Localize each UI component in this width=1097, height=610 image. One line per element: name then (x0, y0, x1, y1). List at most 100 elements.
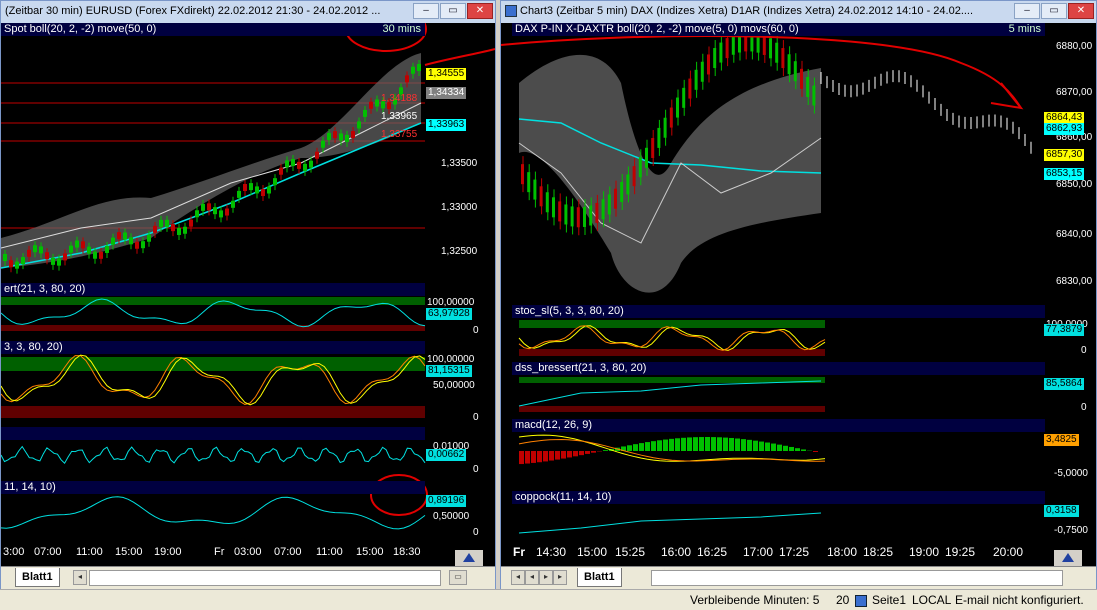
oversold-zone (519, 349, 825, 356)
sheet-tab-blatt1[interactable]: Blatt1 (577, 568, 622, 587)
candle (595, 202, 599, 223)
candle (27, 249, 31, 257)
candle (583, 206, 586, 227)
candle (411, 66, 415, 74)
candle (123, 232, 127, 240)
candle (700, 61, 704, 82)
right-chart-window[interactable]: Chart3 (Zeitbar 5 min) DAX (Indizes Xetr… (500, 0, 1097, 590)
candle (558, 201, 562, 222)
macd-bar (771, 443, 776, 451)
left-indicator-axis: 0 (473, 527, 479, 538)
right-price-tag: 6857,30 (1044, 149, 1085, 161)
macd-bar (579, 451, 584, 456)
right-time-label: 18:00 (827, 545, 858, 559)
minimize-icon[interactable]: – (413, 3, 439, 19)
left-chart-area[interactable]: Spot boll(20, 2, -2) move(50, 0) 30 mins… (1, 23, 495, 560)
macd-bar (681, 437, 686, 451)
left-price-tag: 1,34334 (426, 87, 467, 99)
macd-bar (567, 451, 572, 458)
draw-tool-icon[interactable] (1062, 553, 1074, 562)
left-indicator-axis: 0 (473, 325, 479, 336)
scroll-right-icon[interactable]: ▭ (449, 570, 467, 585)
coppock-line (518, 512, 822, 534)
right-panel-header: DAX P-IN X-DAXTR boll(20, 2, -2) move(5,… (512, 23, 1045, 36)
left-panel-header: ert(21, 3, 80, 20) (1, 283, 425, 296)
macd-bar (789, 446, 794, 451)
restore-icon[interactable]: ▭ (1041, 3, 1067, 19)
macd-bar (765, 442, 770, 451)
macd-bar (753, 440, 758, 451)
scroll-left-icon[interactable]: ◂ (73, 570, 87, 585)
minimize-icon[interactable]: – (1014, 3, 1040, 19)
candle (769, 38, 772, 59)
macd-bar (549, 451, 554, 461)
scroll-right-icon[interactable]: ▸ (539, 570, 553, 585)
macd-bar (531, 451, 536, 463)
candle (39, 246, 43, 254)
candle (219, 210, 223, 218)
close-icon[interactable]: ✕ (467, 3, 493, 19)
left-price-label: 1,33500 (441, 158, 478, 169)
right-indicator-axis: 0 (1081, 402, 1087, 413)
right-horizontal-scrollbar[interactable] (651, 570, 1063, 586)
candle (713, 48, 717, 69)
candle (3, 254, 7, 261)
right-indicator-axis: -0,7500 (1054, 525, 1088, 536)
right-time-label: 15:25 (615, 545, 646, 559)
candle (707, 54, 710, 75)
left-indicator-tag: 81,15315 (426, 365, 472, 377)
left-price-tag: 1,34555 (426, 68, 467, 80)
candle (183, 226, 187, 234)
left-time-label: 3:00 (3, 546, 25, 558)
right-price-label: 6870,00 (1056, 87, 1093, 98)
restore-icon[interactable]: ▭ (440, 3, 466, 19)
candle (309, 160, 313, 168)
candle (171, 224, 175, 232)
candle (153, 225, 157, 233)
scroll-first-icon[interactable]: ◂ (511, 570, 525, 585)
status-remaining-minutes: Verbleibende Minuten: 5 (690, 593, 820, 607)
candle (15, 261, 19, 269)
right-chart-area[interactable]: DAX P-IN X-DAXTR boll(20, 2, -2) move(5,… (501, 23, 1096, 560)
macd-bar (627, 445, 632, 451)
left-time-label: 03:00 (234, 546, 262, 558)
draw-tool-icon[interactable] (463, 553, 475, 562)
left-time-label: Fr (214, 546, 225, 558)
macd-bar (717, 437, 722, 451)
right-panel-label: DAX P-IN X-DAXTR boll(20, 2, -2) move(5,… (515, 23, 799, 35)
left-price-tag: 1,33963 (426, 119, 467, 131)
macd-bar (573, 451, 578, 457)
sheet-tab-blatt1[interactable]: Blatt1 (15, 568, 60, 587)
candle (117, 232, 121, 240)
scroll-last-icon[interactable]: ▸ (553, 570, 567, 585)
left-horizontal-scrollbar[interactable] (89, 570, 441, 586)
candle (363, 109, 367, 117)
scroll-left-icon[interactable]: ◂ (525, 570, 539, 585)
candle (189, 219, 193, 227)
macd-bar (747, 439, 752, 451)
macd-bar (591, 451, 596, 453)
right-indicator-tag: 77,3879 (1044, 324, 1085, 336)
left-chart-window[interactable]: (Zeitbar 30 min) EURUSD (Forex FXdirekt)… (0, 0, 496, 590)
right-chart-canvas[interactable] (501, 23, 1096, 547)
candle (725, 38, 729, 59)
candle (135, 241, 139, 249)
left-inline-label: 1,33755 (381, 129, 418, 140)
macd-bar (741, 439, 746, 451)
status-mode: LOCAL (912, 593, 952, 607)
close-icon[interactable]: ✕ (1068, 3, 1094, 19)
candle (285, 160, 289, 168)
candle (333, 131, 337, 139)
macd-bar (555, 451, 560, 460)
right-window-titlebar[interactable]: Chart3 (Zeitbar 5 min) DAX (Indizes Xetr… (501, 1, 1096, 23)
macd-bar (777, 444, 782, 451)
right-window-title: Chart3 (Zeitbar 5 min) DAX (Indizes Xetr… (520, 5, 974, 17)
macd-bar (729, 437, 734, 451)
candle (165, 219, 169, 227)
candle (800, 68, 803, 89)
left-panel-header: Spot boll(20, 2, -2) move(50, 0) 30 mins (1, 23, 425, 36)
left-time-label: 07:00 (34, 546, 62, 558)
candle (63, 253, 67, 261)
right-indicator-axis: 0 (1081, 345, 1087, 356)
left-window-titlebar[interactable]: (Zeitbar 30 min) EURUSD (Forex FXdirekt)… (1, 1, 495, 23)
